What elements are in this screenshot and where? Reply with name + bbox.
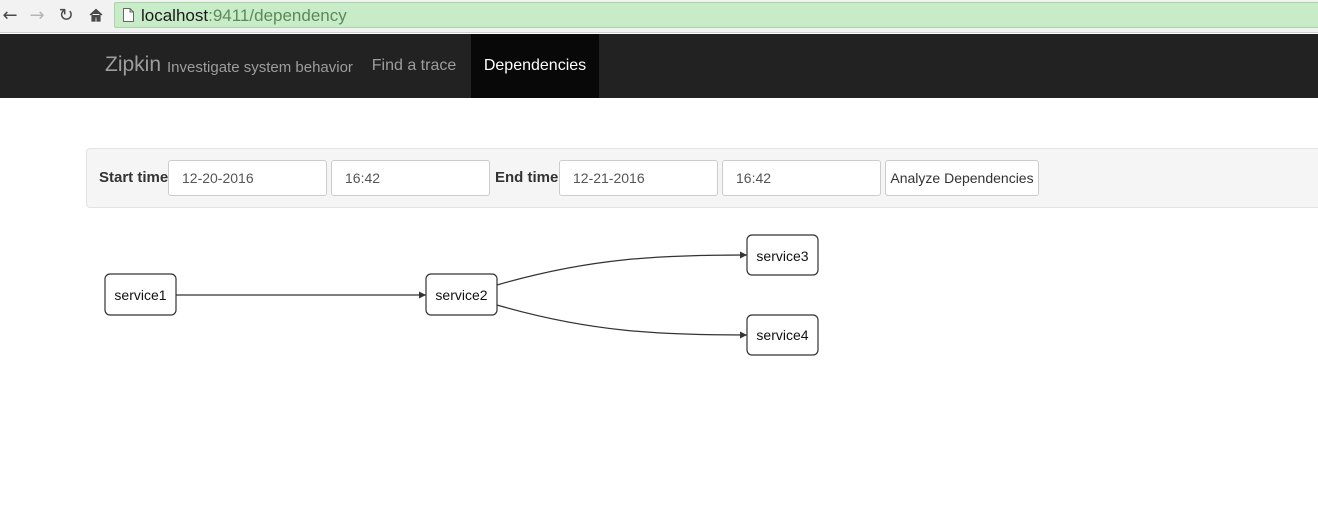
- node-label: service1: [114, 287, 166, 303]
- edge-service2-service4: [496, 304, 748, 339]
- node-service1[interactable]: service1: [104, 273, 177, 316]
- node-label: service3: [756, 248, 808, 264]
- node-label: service4: [756, 327, 808, 343]
- node-label: service2: [435, 287, 487, 303]
- edge-service2-service3: [496, 251, 748, 286]
- node-service2[interactable]: service2: [425, 273, 498, 316]
- node-service4[interactable]: service4: [746, 314, 819, 356]
- dependency-graph: service1 service2 service3 service4: [104, 234, 819, 356]
- node-service3[interactable]: service3: [746, 234, 819, 276]
